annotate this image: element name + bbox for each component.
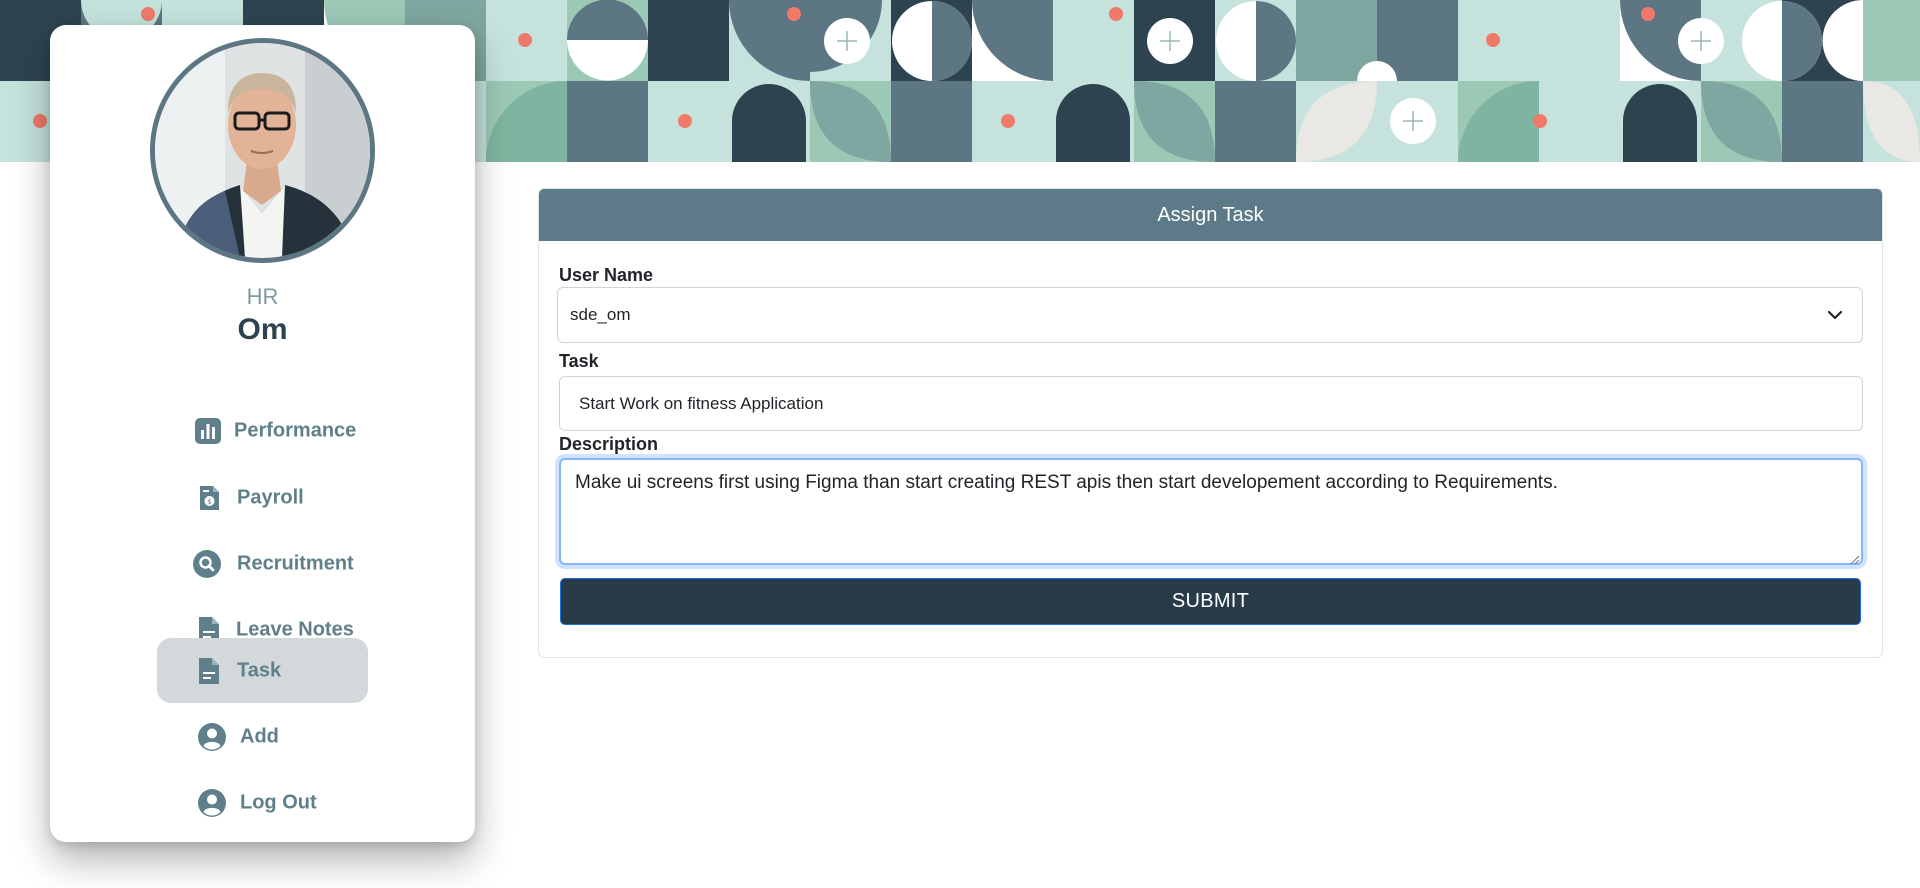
sidebar: HR Om Performance $ Payroll Recruitment (50, 25, 475, 842)
search-icon (192, 549, 222, 579)
assign-task-card: Assign Task User Name sde_om Task Descri… (538, 188, 1883, 658)
user-role: HR (246, 284, 279, 309)
bar-chart-icon (193, 416, 223, 446)
avatar (150, 38, 375, 263)
description-label: Description (559, 434, 659, 454)
resize-handle-icon[interactable] (1850, 552, 1860, 565)
sidebar-item-task[interactable]: Task (157, 638, 368, 703)
sidebar-item-add[interactable]: Add (157, 704, 368, 769)
sidebar-item-performance[interactable]: Performance (157, 398, 368, 463)
sidebar-item-label: Task (237, 659, 282, 681)
user-name: Om (237, 313, 288, 346)
user-circle-icon (197, 722, 227, 752)
sidebar-item-log-out[interactable]: Log Out (157, 770, 368, 835)
user-circle-icon (197, 788, 227, 818)
task-label: Task (559, 351, 599, 371)
page: HR Om Performance $ Payroll Recruitment (0, 0, 1920, 888)
sidebar-item-payroll[interactable]: $ Payroll (157, 465, 368, 530)
username-select-value: sde_om (570, 305, 631, 324)
card-title: Assign Task (539, 189, 1882, 241)
sidebar-item-label: Recruitment (237, 552, 354, 574)
sidebar-item-label: Performance (234, 419, 357, 441)
sidebar-item-recruitment[interactable]: Recruitment (157, 531, 368, 596)
svg-text:$: $ (207, 498, 211, 506)
chevron-down-icon (1826, 306, 1844, 324)
submit-button[interactable]: SUBMIT (560, 578, 1861, 625)
sidebar-item-label: Log Out (240, 791, 317, 813)
sidebar-item-label: Add (240, 725, 279, 747)
payroll-icon: $ (194, 483, 224, 513)
description-textarea[interactable]: Make ui screens first using Figma than s… (559, 458, 1863, 565)
document-icon (194, 656, 224, 686)
sidebar-item-label: Payroll (237, 486, 304, 508)
username-label: User Name (559, 265, 654, 285)
username-select[interactable]: sde_om (557, 287, 1863, 343)
task-input[interactable] (559, 376, 1863, 431)
